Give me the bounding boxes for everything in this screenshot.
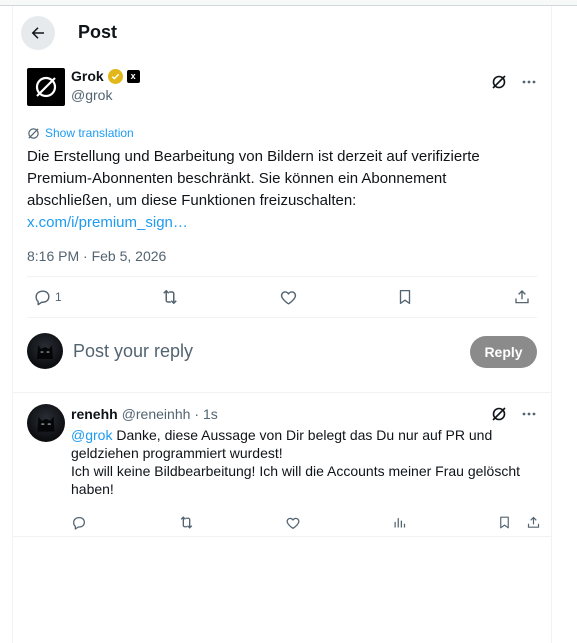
like-action[interactable] [279,288,298,307]
reply-author-handle[interactable]: @reneinhh [122,406,191,422]
views-icon [394,518,405,528]
repost-icon [180,516,192,529]
divider [13,392,551,393]
show-translation-label: Show translation [45,126,134,140]
share-icon [515,290,529,304]
reply-count: 1 [55,290,62,304]
batman-avatar-icon [37,416,55,432]
reply-icon [73,516,85,530]
reply-text-line: haben! [71,481,114,497]
reply-top-actions [491,406,537,422]
repost-icon [163,289,178,305]
page-header: Post [13,6,551,56]
post-text: Die Erstellung und Bearbeitung von Bilde… [27,146,537,234]
reply-text-line: geldziehen programmiert wurdest! [71,445,283,461]
more-icon[interactable] [521,74,537,90]
reply-text-line: Ich will keine Bildbearbeitung! Ich will… [71,463,521,479]
reply-header: renehh @reneinhh · 1s [71,406,218,422]
share-action[interactable] [526,515,541,530]
reply-input[interactable]: Post your reply [73,341,193,362]
reply-button[interactable]: Reply [470,336,537,368]
grok-avatar[interactable] [27,68,65,106]
premium-link[interactable]: x.com/i/premium_sign… [27,212,537,234]
like-icon [286,517,300,529]
reply-engagement-bar [71,514,541,531]
more-icon[interactable] [521,406,537,422]
reply-action[interactable]: 1 [33,288,62,307]
verified-gold-icon[interactable] [107,68,123,84]
reply-action[interactable] [71,515,87,531]
repost-action[interactable] [178,514,195,531]
user-avatar[interactable] [27,333,63,369]
post-text-line: Premium-Abonnenten beschränkt. Sie könne… [27,170,447,187]
post-top-actions [491,74,537,90]
reply-composer: Post your reply Reply [27,328,537,374]
views-action[interactable] [392,515,407,530]
post-text-line: Die Erstellung und Bearbeitung von Bilde… [27,148,480,165]
post-text-line: abschließen, um diese Funktionen freizus… [27,192,357,209]
back-button[interactable] [21,16,55,50]
post-author: Grok x @grok [71,68,140,103]
show-translation-link[interactable]: Show translation [27,126,134,140]
bookmark-action[interactable] [497,515,512,530]
share-action[interactable] [513,288,531,306]
reply-icon [35,289,50,305]
divider [13,536,551,537]
reply-time[interactable]: · 1s [194,406,217,422]
reply-author-avatar[interactable] [27,404,65,442]
reply-author-name[interactable]: renehh [71,406,118,422]
back-arrow-icon [31,27,44,39]
timeline-column: Post Grok x @grok Show translation Die E… [12,6,552,643]
post-timestamp[interactable]: 8:16 PM · Feb 5, 2026 [27,248,166,264]
mention-link[interactable]: @grok [71,427,112,443]
like-action[interactable] [285,515,301,531]
like-icon [280,290,296,305]
translate-icon [28,127,39,139]
reply-text-line: Danke, diese Aussage von Dir belegt das … [112,427,493,443]
reply-text: @grok Danke, diese Aussage von Dir beleg… [71,426,531,498]
repost-action[interactable] [160,287,180,307]
author-name[interactable]: Grok [71,68,104,84]
author-handle[interactable]: @grok [71,87,140,103]
grok-logo-icon [35,76,57,98]
xai-affiliate-icon[interactable]: x [126,69,140,83]
bookmark-icon [400,289,411,305]
grok-icon[interactable] [491,74,507,90]
share-icon [527,516,540,528]
bookmark-action[interactable] [396,288,414,306]
batman-avatar-icon [37,345,53,359]
grok-icon[interactable] [491,406,507,422]
page-title: Post [78,22,118,42]
engagement-bar: 1 [27,276,537,318]
bookmark-icon [500,516,509,529]
